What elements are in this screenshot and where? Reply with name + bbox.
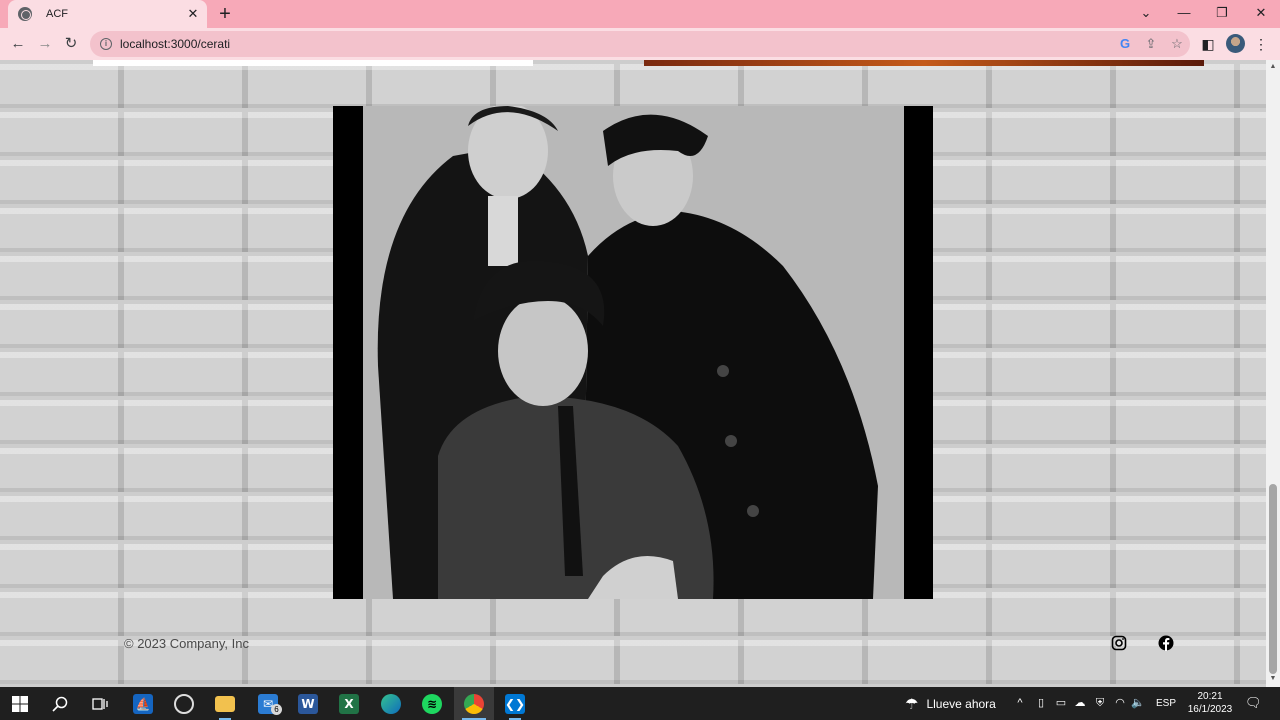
mail-badge: 6 (271, 704, 282, 715)
side-panel-icon[interactable]: ◧ (1197, 33, 1219, 55)
image-edge (644, 60, 1204, 66)
task-view-button[interactable] (80, 687, 120, 720)
footer-copyright: © 2023 Company, Inc (124, 636, 249, 651)
excel-icon: X (339, 693, 359, 714)
onedrive-cloud-icon[interactable]: ☁ (1073, 696, 1087, 710)
taskbar-app-mail[interactable]: ✉ 6 (248, 687, 288, 720)
band-photo-image (333, 106, 933, 599)
taskbar-app-edge[interactable] (371, 687, 411, 720)
taskbar-app-azure[interactable]: ⛵ (123, 687, 163, 720)
tab-title: ACF (46, 8, 68, 20)
instagram-icon[interactable] (1111, 635, 1127, 651)
tab-search-icon[interactable]: ⌄ (1127, 0, 1165, 28)
address-bar[interactable]: i localhost:3000/cerati G ⇪ ☆ (90, 31, 1190, 57)
taskbar-app-vscode[interactable]: ❮❯ (495, 687, 535, 720)
wifi-icon[interactable]: ◠ (1113, 696, 1127, 710)
search-icon (52, 696, 68, 712)
start-button[interactable] (0, 687, 40, 720)
language-indicator[interactable]: ESP (1156, 687, 1176, 720)
chrome-icon (464, 693, 484, 714)
system-clock[interactable]: 20:21 16/1/2023 (1180, 690, 1240, 716)
spotify-icon: ≋ (422, 693, 442, 714)
share-icon[interactable]: ⇪ (1138, 31, 1164, 57)
taskbar-app-word[interactable]: W (288, 687, 328, 720)
bookmark-star-icon[interactable]: ☆ (1164, 31, 1190, 57)
restore-button[interactable]: ❐ (1203, 0, 1241, 28)
weather-text: Llueve ahora (926, 696, 996, 711)
taskbar-app-drive[interactable] (164, 687, 204, 720)
task-view-icon (92, 697, 108, 710)
weather-widget[interactable]: ☂ Llueve ahora (905, 687, 996, 720)
windows-taskbar: ⛵ ✉ 6 W X ≋ ❮❯ ☂ Llueve ahora ^ ▯ ▭ ☁ ⛨ … (0, 687, 1280, 720)
scroll-down-icon[interactable]: ▼ (1269, 675, 1277, 683)
notifications-icon[interactable]: 🗨 (1245, 696, 1262, 710)
vscode-icon: ❮❯ (505, 693, 525, 714)
browser-tab[interactable]: ACF ✕ (8, 0, 207, 28)
edge-icon (381, 693, 401, 714)
taskbar-app-file-explorer[interactable] (205, 687, 245, 720)
page-viewport: © 2023 Company, Inc (0, 60, 1266, 687)
close-window-button[interactable]: ✕ (1242, 0, 1280, 28)
volume-icon[interactable]: 🔈 (1131, 696, 1145, 710)
browser-toolbar: ← → ↻ i localhost:3000/cerati G ⇪ ☆ ◧ ⋮ (0, 28, 1280, 60)
clock-date: 16/1/2023 (1187, 704, 1233, 715)
back-button[interactable]: ← (7, 33, 29, 55)
profile-avatar[interactable] (1226, 34, 1245, 53)
forward-button[interactable]: → (34, 33, 56, 55)
battery-icon[interactable]: ▭ (1054, 696, 1068, 710)
band-photo (333, 106, 933, 599)
reload-button[interactable]: ↻ (60, 33, 82, 55)
show-hidden-icons-icon[interactable]: ^ (1013, 696, 1027, 710)
device-icon[interactable]: ▯ (1034, 696, 1048, 710)
azure-app-icon: ⛵ (133, 693, 153, 714)
google-icon[interactable]: G (1112, 31, 1138, 57)
facebook-icon[interactable] (1158, 635, 1174, 651)
drive-app-icon (174, 693, 194, 714)
security-shield-icon[interactable]: ⛨ (1093, 696, 1107, 710)
scrollbar-thumb[interactable] (1269, 484, 1277, 674)
windows-logo-icon (12, 695, 28, 712)
tab-strip: ACF ✕ + ⌄ — ❐ ✕ (0, 0, 1280, 28)
taskbar-app-excel[interactable]: X (329, 687, 369, 720)
url-text: localhost:3000/cerati (120, 37, 231, 51)
content-card-edge (93, 60, 533, 66)
new-tab-button[interactable]: + (216, 4, 234, 24)
site-info-icon[interactable]: i (100, 38, 112, 50)
minimize-button[interactable]: — (1165, 0, 1203, 28)
taskbar-app-chrome[interactable] (454, 687, 494, 720)
umbrella-rain-icon: ☂ (905, 695, 919, 713)
globe-icon (18, 7, 32, 21)
close-tab-icon[interactable]: ✕ (185, 6, 201, 22)
word-icon: W (298, 693, 318, 714)
taskbar-app-spotify[interactable]: ≋ (412, 687, 452, 720)
file-explorer-icon (215, 695, 235, 712)
menu-kebab-icon[interactable]: ⋮ (1250, 33, 1272, 55)
clock-time: 20:21 (1197, 691, 1223, 702)
scroll-up-icon[interactable]: ▲ (1269, 63, 1277, 71)
search-button[interactable] (40, 687, 80, 720)
page-scrollbar[interactable]: ▲ ▼ (1266, 60, 1280, 687)
